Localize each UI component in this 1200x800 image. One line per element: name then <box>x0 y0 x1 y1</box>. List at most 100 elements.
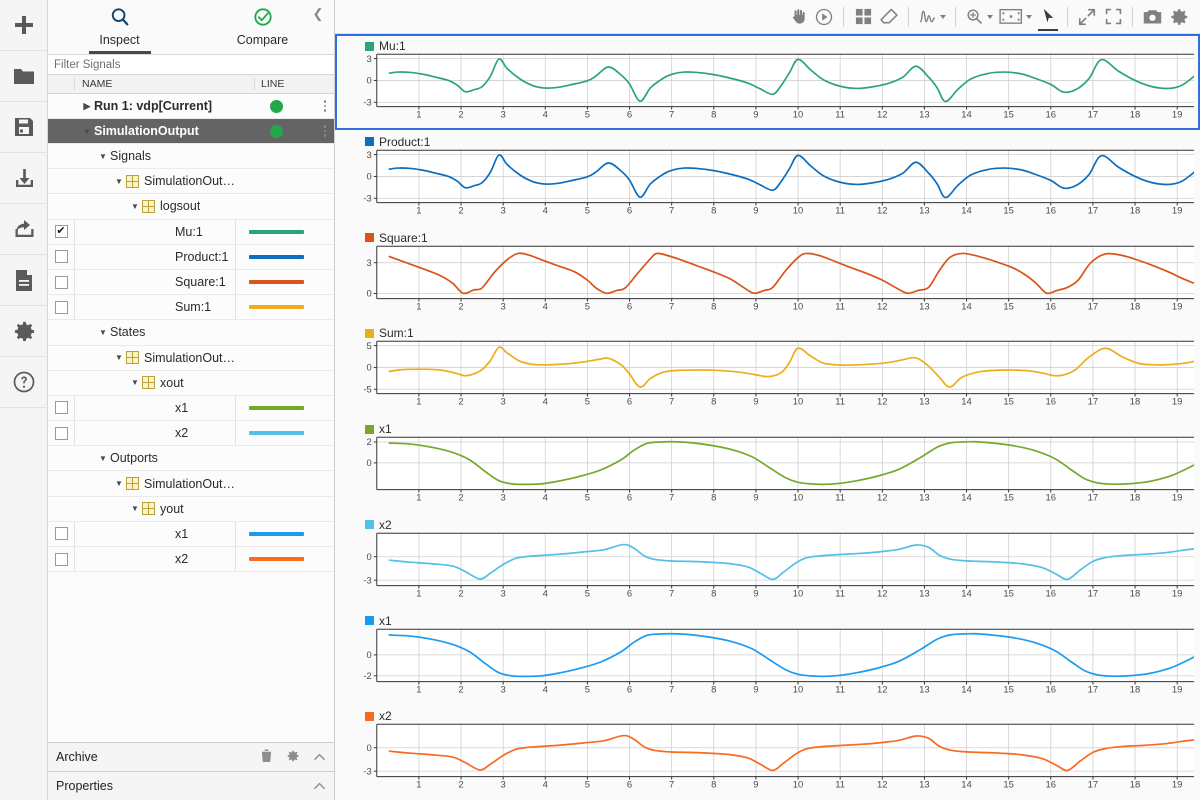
signal-plot[interactable]: Sum:150-512345678910111213141516171819 <box>335 321 1200 417</box>
signal-checkbox[interactable] <box>48 396 74 420</box>
signal-plot[interactable]: x20-312345678910111213141516171819 <box>335 513 1200 609</box>
chevron-down-icon[interactable]: ▼ <box>112 177 126 186</box>
chevron-down-icon[interactable]: ▼ <box>96 152 110 161</box>
settings-gear-icon[interactable] <box>0 306 48 357</box>
signal-plot[interactable]: Square:13012345678910111213141516171819 <box>335 226 1200 322</box>
signal-row[interactable]: x1 <box>48 522 334 547</box>
line-style-cell[interactable] <box>236 295 316 319</box>
gear-icon[interactable] <box>286 749 300 766</box>
chevron-down-icon[interactable]: ▼ <box>96 328 110 337</box>
trash-icon[interactable] <box>260 748 273 766</box>
tree-group-row[interactable]: ▼SimulationOutput <box>48 169 334 194</box>
more-options-icon[interactable] <box>324 125 327 137</box>
signal-row[interactable]: x2 <box>48 547 334 572</box>
line-color-swatch[interactable] <box>249 431 304 435</box>
checkbox-box[interactable] <box>55 401 68 414</box>
expand-button[interactable] <box>1074 2 1100 32</box>
more-options-icon[interactable] <box>324 100 327 112</box>
report-icon[interactable] <box>0 255 48 306</box>
tab-inspect[interactable]: Inspect <box>48 0 191 54</box>
chevron-down-icon[interactable] <box>940 15 946 19</box>
signal-row[interactable]: Sum:1 <box>48 295 334 320</box>
tree-group-row[interactable]: ▼Signals <box>48 144 334 169</box>
checkbox-box[interactable] <box>55 276 68 289</box>
checkbox-box[interactable]: ✔ <box>55 225 68 238</box>
chevron-down-icon[interactable] <box>987 15 993 19</box>
signal-checkbox[interactable] <box>48 295 74 319</box>
signal-checkbox[interactable] <box>48 270 74 294</box>
chevron-down-icon[interactable]: ▼ <box>128 202 142 211</box>
signal-plot[interactable]: x10-212345678910111213141516171819 <box>335 609 1200 705</box>
fit-to-view-button[interactable] <box>996 2 1035 32</box>
run-button[interactable] <box>811 2 837 32</box>
signal-checkbox[interactable]: ✔ <box>48 220 74 244</box>
signal-checkbox[interactable] <box>48 522 74 546</box>
signal-row[interactable]: x1 <box>48 396 334 421</box>
run-row[interactable]: ▶Run 1: vdp[Current] <box>48 94 334 119</box>
signal-style-button[interactable] <box>915 2 949 32</box>
pan-hand-button[interactable] <box>785 2 811 32</box>
export-icon[interactable] <box>0 204 48 255</box>
chevron-down-icon[interactable]: ▼ <box>128 504 142 513</box>
chevron-up-icon[interactable] <box>313 779 326 793</box>
signal-plot[interactable]: x12012345678910111213141516171819 <box>335 417 1200 513</box>
signal-plot[interactable]: Product:130-3123456789101112131415161718… <box>335 130 1200 226</box>
tree-group-row[interactable]: ▼States <box>48 320 334 345</box>
help-icon[interactable] <box>0 357 48 408</box>
line-style-cell[interactable] <box>236 522 316 546</box>
line-style-cell[interactable] <box>236 220 316 244</box>
line-color-swatch[interactable] <box>249 305 304 309</box>
row-options-button[interactable] <box>316 125 334 137</box>
line-style-cell[interactable] <box>236 270 316 294</box>
line-style-cell[interactable] <box>236 547 316 571</box>
signal-checkbox[interactable] <box>48 547 74 571</box>
signal-row[interactable]: Product:1 <box>48 245 334 270</box>
signal-checkbox[interactable] <box>48 421 74 445</box>
tree-group-row[interactable]: ▼logsout <box>48 194 334 219</box>
line-color-swatch[interactable] <box>249 532 304 536</box>
tree-group-row[interactable]: ▼yout <box>48 497 334 522</box>
tree-group-row[interactable]: ▼xout <box>48 371 334 396</box>
chevron-down-icon[interactable]: ▼ <box>112 353 126 362</box>
line-style-cell[interactable] <box>236 421 316 445</box>
checkbox-box[interactable] <box>55 427 68 440</box>
archive-panel-bar[interactable]: Archive <box>48 742 334 771</box>
signal-checkbox[interactable] <box>48 245 74 269</box>
search-input[interactable] <box>48 59 334 71</box>
tree-group-row[interactable]: ▼SimulationOutput <box>48 471 334 496</box>
properties-panel-bar[interactable]: Properties <box>48 771 334 800</box>
signal-plot[interactable]: x20-312345678910111213141516171819 <box>335 704 1200 800</box>
chevron-down-icon[interactable]: ▼ <box>128 378 142 387</box>
line-style-cell[interactable] <box>236 245 316 269</box>
checkbox-box[interactable] <box>55 553 68 566</box>
cursor-select-button[interactable] <box>1035 2 1061 32</box>
signal-row[interactable]: Square:1 <box>48 270 334 295</box>
open-folder-icon[interactable] <box>0 51 48 102</box>
checkbox-box[interactable] <box>55 250 68 263</box>
settings-button[interactable] <box>1166 2 1192 32</box>
line-color-swatch[interactable] <box>249 406 304 410</box>
line-color-swatch[interactable] <box>249 230 304 234</box>
checkbox-box[interactable] <box>55 527 68 540</box>
import-icon[interactable] <box>0 153 48 204</box>
run-row[interactable]: ▼SimulationOutput <box>48 119 334 144</box>
row-options-button[interactable] <box>316 100 334 112</box>
chevron-left-icon[interactable]: ❮ <box>310 6 326 22</box>
new-icon[interactable] <box>0 0 48 51</box>
line-color-swatch[interactable] <box>249 255 304 259</box>
save-icon[interactable] <box>0 102 48 153</box>
tree-group-row[interactable]: ▼SimulationOutput <box>48 346 334 371</box>
chevron-down-icon[interactable]: ▼ <box>80 127 94 136</box>
snapshot-button[interactable] <box>1139 2 1166 32</box>
chevron-right-icon[interactable]: ▶ <box>80 101 94 112</box>
line-color-swatch[interactable] <box>249 557 304 561</box>
layout-button[interactable] <box>850 2 876 32</box>
fullscreen-button[interactable] <box>1100 2 1126 32</box>
chevron-down-icon[interactable]: ▼ <box>96 454 110 463</box>
checkbox-box[interactable] <box>55 301 68 314</box>
signal-row[interactable]: ✔Mu:1 <box>48 220 334 245</box>
chevron-down-icon[interactable]: ▼ <box>112 479 126 488</box>
signal-plot[interactable]: Mu:130-312345678910111213141516171819 <box>335 34 1200 130</box>
tree-group-row[interactable]: ▼Outports <box>48 446 334 471</box>
signal-row[interactable]: x2 <box>48 421 334 446</box>
